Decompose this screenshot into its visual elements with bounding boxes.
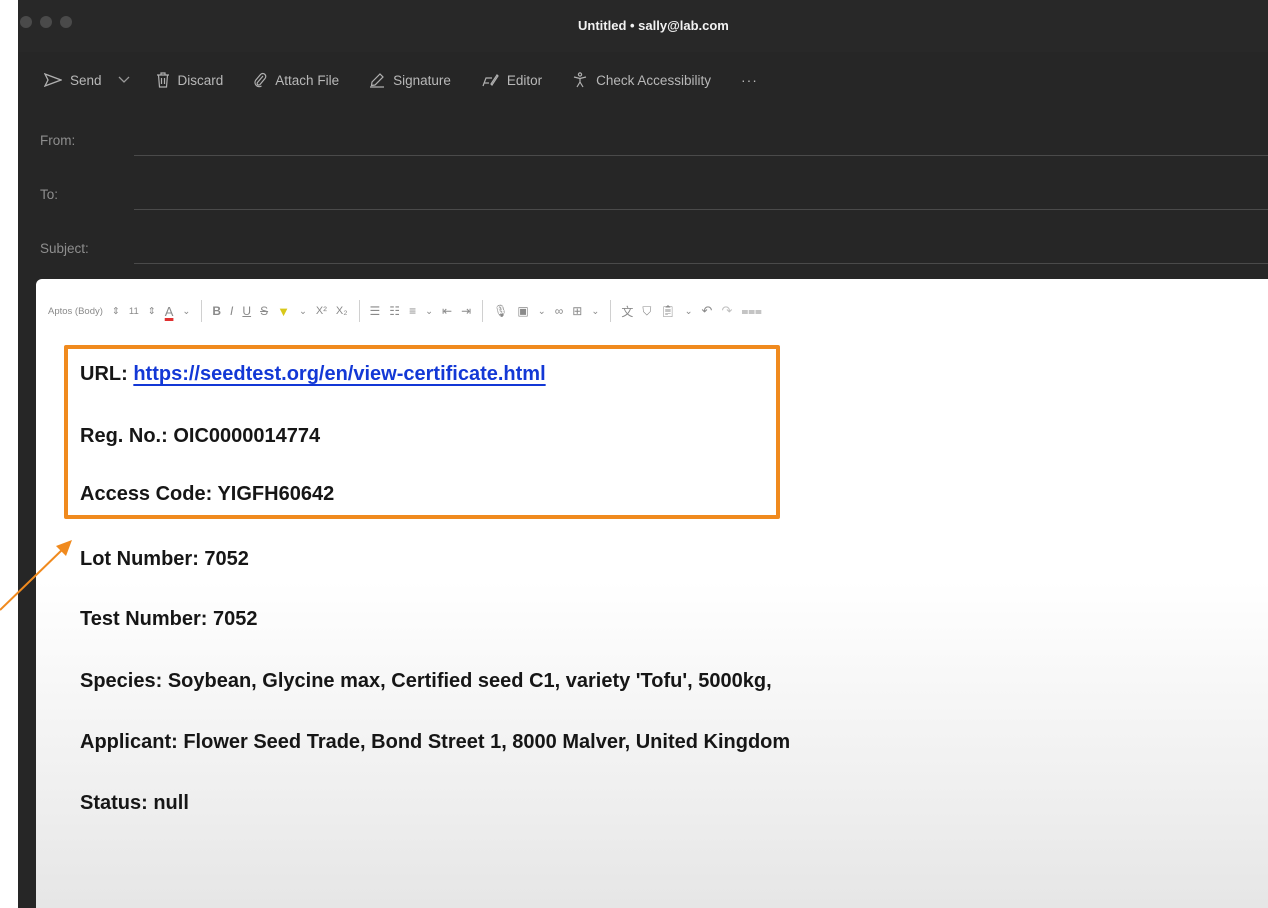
title-bar: Untitled • sally@lab.com xyxy=(18,0,1268,52)
from-field[interactable]: From: xyxy=(40,131,1268,159)
discard-button[interactable]: Discard xyxy=(156,72,224,88)
paperclip-icon xyxy=(254,72,267,88)
picture-chevron-icon[interactable]: ⌄ xyxy=(538,306,546,317)
editor-button[interactable]: Editor xyxy=(481,72,542,88)
picture-icon[interactable]: ▣ xyxy=(517,304,528,318)
dictate-icon[interactable]: 🎙︎ xyxy=(493,304,508,318)
annotation-arrow-icon xyxy=(0,540,72,611)
more-options-icon[interactable]: ··· xyxy=(741,72,758,88)
trash-icon xyxy=(156,72,169,88)
strikethrough-icon[interactable]: S xyxy=(260,304,268,318)
table-chevron-icon[interactable]: ⌄ xyxy=(591,306,599,317)
signature-label: Signature xyxy=(393,72,451,88)
attach-file-label: Attach File xyxy=(275,72,340,88)
editor-label: Editor xyxy=(506,72,543,88)
applicant-line: Applicant: Flower Seed Trade, Bond Stree… xyxy=(80,731,791,753)
clear-formatting-icon[interactable]: ⩶ xyxy=(741,304,762,319)
editor-pen-icon xyxy=(482,74,499,87)
align-chevron-icon[interactable]: ⌄ xyxy=(425,306,433,317)
accessibility-icon xyxy=(574,72,587,88)
toolbar-divider xyxy=(358,300,360,322)
increase-indent-icon[interactable]: ⇥ xyxy=(461,304,471,318)
discard-label: Discard xyxy=(177,72,224,88)
signature-button[interactable]: Signature xyxy=(369,72,451,88)
bold-icon[interactable]: B xyxy=(212,304,221,318)
bullets-icon[interactable]: ☰ xyxy=(370,304,381,318)
window-title: Untitled • sally@lab.com xyxy=(578,18,729,33)
signature-pen-icon xyxy=(370,73,385,88)
species-line: Species: Soybean, Glycine max, Certified… xyxy=(80,670,772,692)
font-color-icon[interactable]: A xyxy=(165,304,174,319)
compose-toolbar: Send Discard Attach File Signature Edito… xyxy=(44,60,758,100)
superscript-icon[interactable]: X² xyxy=(316,305,327,317)
subject-divider xyxy=(134,263,1268,264)
to-divider xyxy=(134,209,1268,210)
subject-field[interactable]: Subject: xyxy=(40,239,1268,267)
link-icon[interactable]: ∞ xyxy=(555,304,564,318)
undo-icon[interactable]: ↶ xyxy=(702,303,713,319)
toolbar-divider xyxy=(482,300,484,322)
attach-file-button[interactable]: Attach File xyxy=(253,72,339,88)
status-line: Status: null xyxy=(80,792,189,814)
format-toolbar: Aptos (Body) ⇕ 11 ⇕ A ⌄ B I U S ▼ ⌄ X² X… xyxy=(48,299,771,323)
from-divider xyxy=(134,155,1268,156)
translate-icon[interactable]: 文 xyxy=(621,303,633,320)
sensitivity-icon[interactable]: ⛉ xyxy=(642,304,651,319)
italic-icon[interactable]: I xyxy=(230,304,233,318)
toolbar-divider xyxy=(201,300,203,322)
font-color-chevron-icon[interactable]: ⌄ xyxy=(182,306,190,317)
redo-icon[interactable]: ↷ xyxy=(721,303,732,319)
paste-icon[interactable]: 📋︎ xyxy=(660,304,675,318)
check-accessibility-button[interactable]: Check Accessibility xyxy=(572,72,711,88)
highlight-box xyxy=(64,345,780,519)
highlight-icon[interactable]: ▼ xyxy=(277,304,290,319)
numbering-icon[interactable]: ☷ xyxy=(389,304,400,318)
font-size-select[interactable]: 11 xyxy=(129,306,139,317)
paste-chevron-icon[interactable]: ⌄ xyxy=(685,306,693,317)
to-field[interactable]: To: xyxy=(40,185,1268,213)
font-size-stepper-icon[interactable]: ⇕ xyxy=(148,306,156,317)
decrease-indent-icon[interactable]: ⇤ xyxy=(442,304,452,318)
highlight-chevron-icon[interactable]: ⌄ xyxy=(299,306,307,317)
check-accessibility-label: Check Accessibility xyxy=(596,72,711,88)
subscript-icon[interactable]: X₂ xyxy=(336,305,348,317)
toolbar-divider xyxy=(610,300,612,322)
underline-icon[interactable]: U xyxy=(242,304,251,318)
table-icon[interactable]: ⊞ xyxy=(572,304,582,318)
align-icon[interactable]: ≡ xyxy=(409,304,416,318)
